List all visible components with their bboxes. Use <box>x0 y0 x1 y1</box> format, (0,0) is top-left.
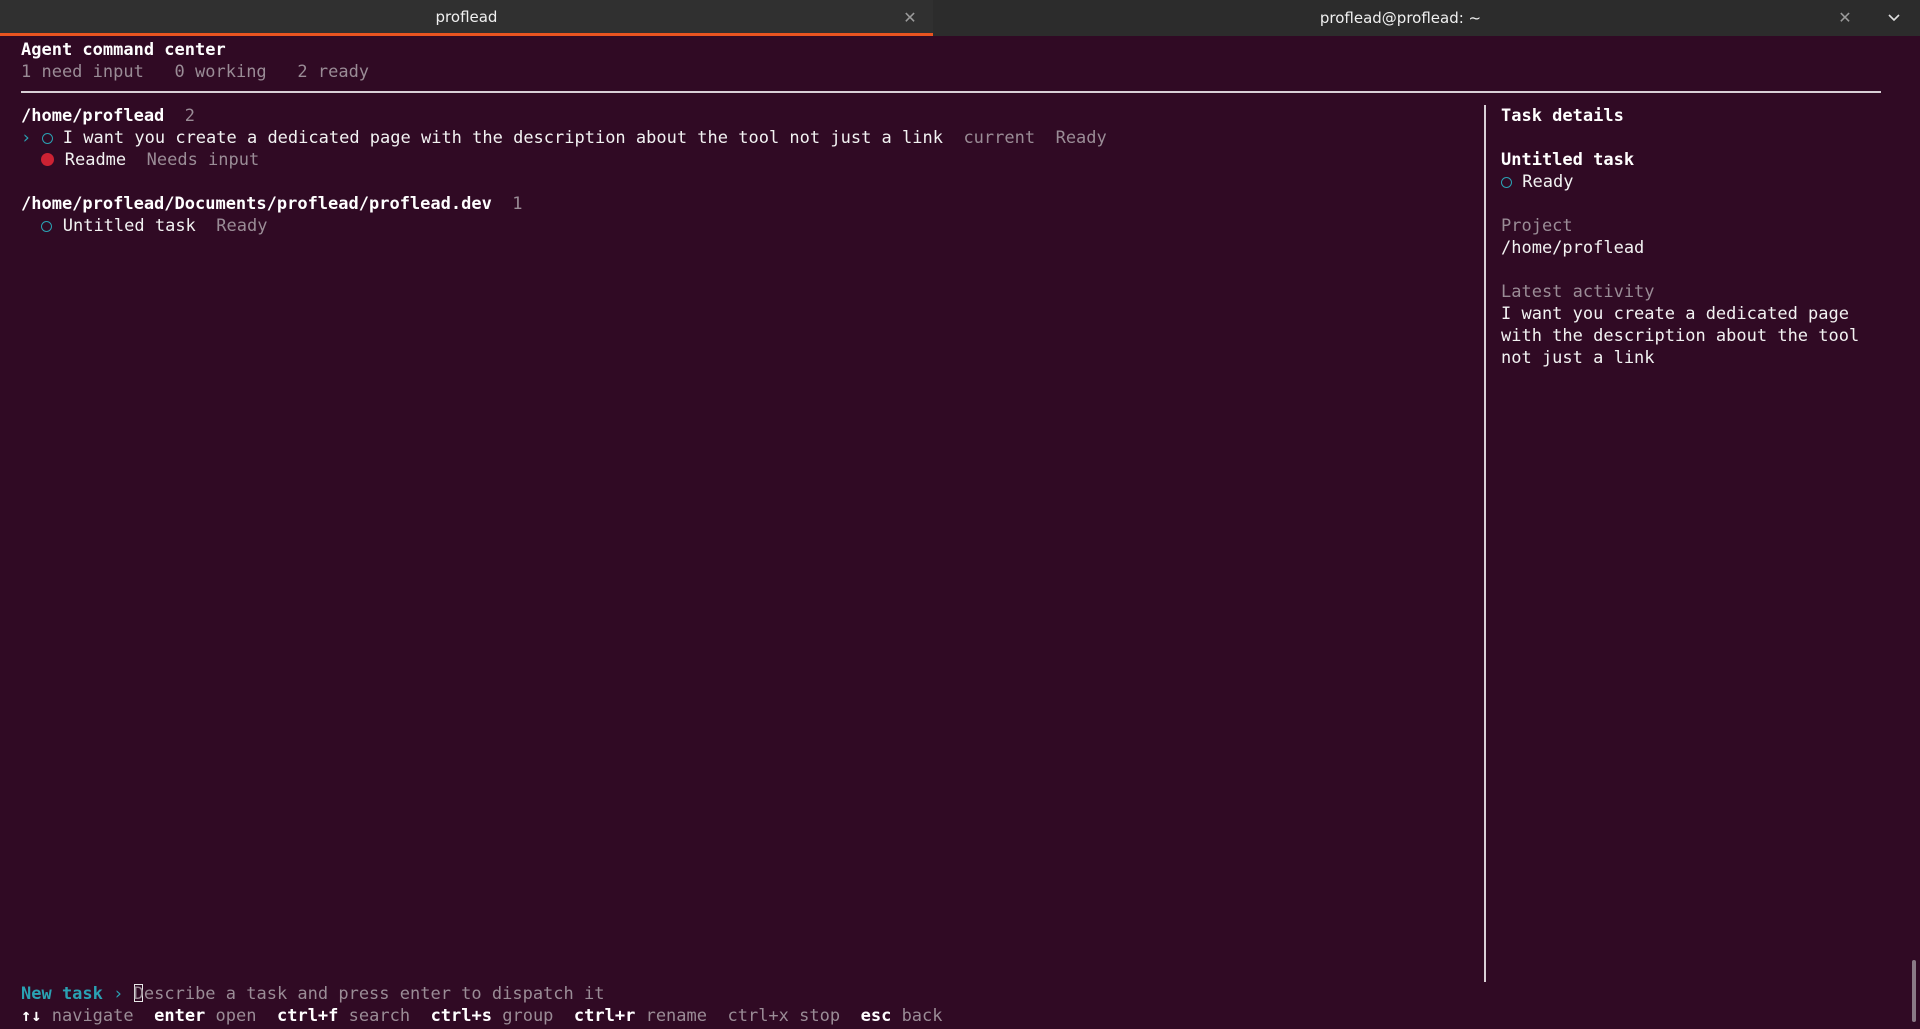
ready-count: 2 ready <box>297 62 370 82</box>
need-input-count: 1 need input <box>21 62 144 82</box>
task-title: Readme <box>64 150 127 170</box>
task-row[interactable]: Readme Needs input <box>21 149 259 171</box>
project-group-header[interactable]: /home/proflead/Documents/proflead/profle… <box>21 193 523 215</box>
project-task-count: 1 <box>512 194 523 214</box>
shortcut-key: ↑↓ <box>21 1006 42 1026</box>
tab-title: proflead <box>435 7 498 26</box>
tab-terminal-home[interactable]: proflead@proflead: ~ ✕ <box>933 0 1868 36</box>
ready-circle-icon <box>41 221 53 232</box>
close-icon[interactable]: ✕ <box>901 8 919 27</box>
shortcut-key: ctrl+f <box>276 1006 339 1026</box>
details-status: Ready <box>1501 171 1573 193</box>
ready-circle-icon <box>1501 177 1512 188</box>
details-task-title: Untitled task <box>1501 150 1635 170</box>
details-heading: Task details <box>1501 106 1624 126</box>
selection-arrow-icon: › <box>21 128 32 148</box>
tab-bar: proflead ✕ proflead@proflead: ~ ✕ <box>0 0 1920 36</box>
shortcut-action: back <box>901 1006 943 1026</box>
needs-input-dot-icon <box>41 153 55 166</box>
shortcut-key: ctrl+r <box>573 1006 636 1026</box>
prompt-arrow-icon: › <box>113 984 124 1004</box>
shortcut-action: group <box>502 1006 554 1026</box>
new-task-input[interactable]: New task › Describe a task and press ent… <box>21 983 604 1005</box>
task-row[interactable]: › I want you create a dedicated page wit… <box>21 127 1107 149</box>
task-title: Untitled task <box>62 216 196 236</box>
details-divider <box>1484 105 1486 982</box>
details-status-text: Ready <box>1522 172 1574 192</box>
details-activity-label: Latest activity <box>1501 282 1655 302</box>
page-title: Agent command center <box>21 40 226 60</box>
shortcut-key: ctrl+s <box>430 1006 492 1026</box>
project-path: /home/proflead <box>21 106 165 126</box>
task-tag: current <box>963 128 1036 148</box>
tab-title: proflead@proflead: ~ <box>1319 9 1482 27</box>
details-activity-line: not just a link <box>1501 348 1655 368</box>
tab-menu-button[interactable] <box>1868 0 1920 36</box>
tab-proflead[interactable]: proflead ✕ <box>0 0 933 36</box>
new-task-label: New task <box>21 984 103 1004</box>
close-icon[interactable]: ✕ <box>1836 8 1854 27</box>
shortcut-action: rename <box>645 1006 707 1026</box>
details-project-value: /home/proflead <box>1501 238 1645 258</box>
chevron-down-icon <box>1888 14 1900 22</box>
status-summary: 1 need input 0 working 2 ready <box>21 61 369 83</box>
scrollbar-thumb[interactable] <box>1912 960 1916 1022</box>
shortcut-action: navigate <box>51 1006 134 1026</box>
details-activity-line: I want you create a dedicated page <box>1501 304 1849 324</box>
shortcut-key: enter <box>154 1006 206 1026</box>
project-task-count: 2 <box>184 106 196 126</box>
shortcut-action: open <box>215 1006 257 1026</box>
task-status: Ready <box>1055 128 1107 148</box>
details-project-label: Project <box>1501 216 1573 236</box>
shortcut-action: search <box>348 1006 411 1026</box>
task-status: Needs input <box>146 150 260 170</box>
header-divider <box>21 91 1881 93</box>
details-activity-line: with the description about the tool <box>1501 326 1860 346</box>
task-title: I want you create a dedicated page with … <box>62 128 943 148</box>
project-group-header[interactable]: /home/proflead 2 <box>21 105 195 127</box>
ready-circle-icon <box>41 133 53 144</box>
terminal-area: Agent command center 1 need input 0 work… <box>0 36 1920 1029</box>
working-count: 0 working <box>174 62 267 82</box>
shortcut-key: esc <box>860 1006 892 1026</box>
input-placeholder: escribe a task and press enter to dispat… <box>143 984 605 1004</box>
shortcut-action: stop <box>799 1006 841 1026</box>
shortcut-bar: ↑↓ navigate enter open ctrl+f search ctr… <box>21 1005 943 1027</box>
shortcut-key: ctrl+x <box>727 1006 789 1026</box>
task-row[interactable]: Untitled task Ready <box>21 215 267 237</box>
task-status: Ready <box>216 216 268 236</box>
project-path: /home/proflead/Documents/proflead/profle… <box>21 194 492 214</box>
input-placeholder-first: D <box>133 984 144 1004</box>
